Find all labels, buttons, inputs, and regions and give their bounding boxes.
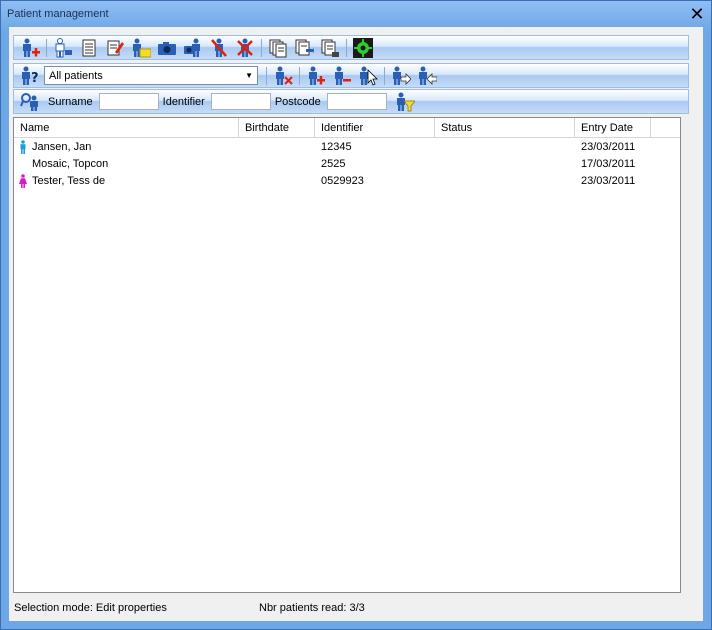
- camera-icon: [158, 41, 176, 55]
- main-toolbar: [13, 35, 689, 60]
- surname-label: Surname: [48, 95, 93, 108]
- male-patient-icon: [20, 139, 26, 154]
- report-button[interactable]: [318, 37, 342, 59]
- import-icon: [295, 39, 314, 55]
- patient-list-icon: [55, 37, 72, 57]
- patient-entry-date: 23/03/2011: [581, 140, 636, 153]
- camera-button[interactable]: [155, 37, 179, 59]
- add-to-group-button[interactable]: [304, 65, 328, 87]
- list-header: Name Birthdate Identifier Status Entry D…: [14, 118, 680, 138]
- patient-query-icon: ?: [22, 66, 39, 86]
- add-patient-icon: [23, 38, 40, 57]
- patient-filter-remove-icon: [276, 66, 293, 85]
- column-header-entry-date[interactable]: Entry Date: [575, 118, 651, 138]
- patient-entry-date: 17/03/2011: [581, 157, 636, 170]
- patient-filter-value: All patients: [49, 69, 103, 82]
- patients-read-count: Nbr patients read: 3/3: [259, 602, 365, 614]
- patient-move-right-icon: [393, 66, 411, 85]
- patient-filter-select[interactable]: All patients ▼: [44, 66, 258, 85]
- title-bar: Patient management ✕: [1, 1, 711, 27]
- patient-query-button[interactable]: ?: [18, 65, 42, 87]
- column-header-birthdate[interactable]: Birthdate: [239, 118, 315, 138]
- patient-name: Mosaic, Topcon: [32, 157, 109, 170]
- selection-mode-status: Selection mode: Edit properties: [14, 602, 167, 614]
- toolbar-separator: [46, 38, 47, 57]
- export-button[interactable]: [266, 37, 290, 59]
- no-gender-icon: [18, 157, 28, 171]
- patient-filter-icon: [396, 92, 415, 111]
- patient-list[interactable]: Name Birthdate Identifier Status Entry D…: [13, 117, 681, 593]
- search-filter-button[interactable]: [393, 91, 417, 113]
- patient-search-icon: [20, 92, 38, 111]
- remove-from-group-button[interactable]: [330, 65, 354, 87]
- remove-from-filter-button[interactable]: [271, 65, 295, 87]
- patient-identifier: 12345: [321, 140, 352, 153]
- table-row[interactable]: Tester, Tess de 0529923 23/03/2011: [14, 172, 680, 189]
- patient-identifier: 2525: [321, 157, 346, 170]
- edit-icon: [107, 40, 124, 55]
- toolbar-separator: [384, 66, 385, 85]
- column-header-identifier[interactable]: Identifier: [315, 118, 435, 138]
- report-icon: [321, 39, 339, 57]
- table-row[interactable]: Mosaic, Topcon 2525 17/03/2011: [14, 155, 680, 172]
- toolbar-separator: [266, 66, 267, 85]
- patient-name: Jansen, Jan: [32, 140, 92, 153]
- female-patient-icon: [19, 173, 27, 188]
- patient-folder-button[interactable]: [129, 37, 153, 59]
- svg-text:?: ?: [31, 71, 39, 86]
- close-button[interactable]: ✕: [687, 4, 707, 24]
- patient-remove-icon: [237, 38, 253, 57]
- patient-camera-icon: [184, 38, 200, 57]
- postcode-label: Postcode: [274, 95, 321, 108]
- patient-search-button[interactable]: [18, 91, 42, 113]
- settings-gear-icon: [353, 37, 373, 58]
- status-bar: Selection mode: Edit properties Nbr pati…: [9, 597, 703, 619]
- column-header-name[interactable]: Name: [14, 118, 239, 138]
- search-toolbar: Surname Identifier Postcode: [13, 89, 689, 114]
- patient-management-window: Patient management ✕ ? All patients ▼ Su…: [0, 0, 712, 630]
- patient-cursor-icon: [360, 66, 378, 86]
- patient-list-button[interactable]: [51, 37, 75, 59]
- document-button[interactable]: [77, 37, 101, 59]
- import-button[interactable]: [292, 37, 316, 59]
- patient-delete-button[interactable]: [207, 37, 231, 59]
- patient-camera-button[interactable]: [181, 37, 205, 59]
- client-area: ? All patients ▼ Surname Identifier Post…: [9, 27, 703, 621]
- postcode-input[interactable]: [326, 93, 387, 110]
- patient-group-remove-icon: [335, 66, 351, 85]
- toolbar-separator: [299, 66, 300, 85]
- patient-identifier: 0529923: [321, 174, 364, 187]
- patient-remove-button[interactable]: [233, 37, 257, 59]
- identifier-label: Identifier: [162, 95, 205, 108]
- surname-input[interactable]: [98, 93, 159, 110]
- patient-entry-date: 23/03/2011: [581, 174, 636, 187]
- toolbar-separator: [346, 38, 347, 57]
- move-patient-right-button[interactable]: [389, 65, 413, 87]
- settings-button[interactable]: [351, 37, 375, 59]
- patient-folder-icon: [133, 38, 151, 57]
- patient-group-add-icon: [309, 66, 325, 85]
- document-icon: [82, 39, 96, 56]
- patient-delete-icon: [211, 38, 227, 57]
- export-icon: [269, 39, 287, 57]
- filter-toolbar: ? All patients ▼: [13, 63, 689, 88]
- add-patient-button[interactable]: [18, 37, 42, 59]
- toolbar-separator: [261, 38, 262, 57]
- table-row[interactable]: Jansen, Jan 12345 23/03/2011: [14, 138, 680, 155]
- move-patient-left-button[interactable]: [415, 65, 439, 87]
- edit-button[interactable]: [103, 37, 127, 59]
- patient-move-left-icon: [419, 66, 437, 85]
- window-title: Patient management: [7, 8, 109, 20]
- patient-name: Tester, Tess de: [32, 174, 106, 187]
- identifier-input[interactable]: [210, 93, 271, 110]
- chevron-down-icon: ▼: [245, 71, 253, 80]
- select-patient-button[interactable]: [356, 65, 380, 87]
- column-header-status[interactable]: Status: [435, 118, 575, 138]
